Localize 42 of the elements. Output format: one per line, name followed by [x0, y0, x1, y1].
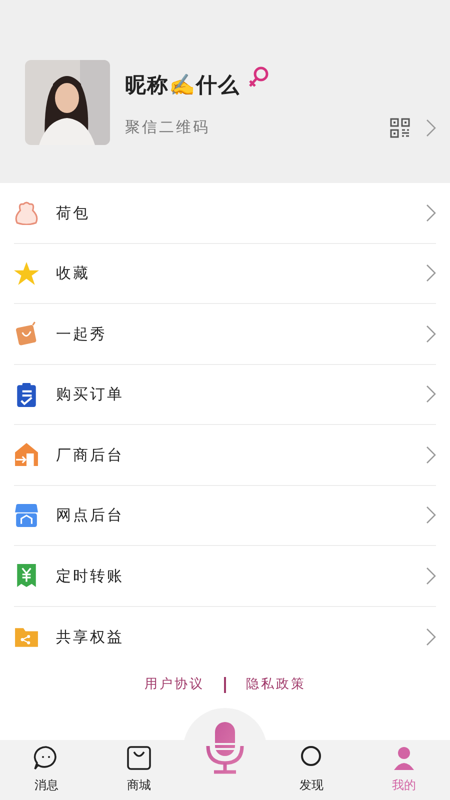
chevron-icon — [426, 118, 436, 136]
menu-item[interactable]: 共享权益 — [14, 606, 436, 667]
menu-item[interactable]: 网点后台 — [14, 486, 436, 546]
menu-label: 共享权益 — [56, 626, 125, 648]
star-icon — [14, 260, 39, 286]
chevron-icon — [426, 446, 436, 464]
chevron-icon — [426, 324, 436, 343]
chevron-icon — [426, 566, 436, 585]
yuan-icon — [14, 563, 39, 588]
chevron-icon — [426, 385, 436, 404]
menu-label: 网点后台 — [56, 505, 125, 526]
chevron-icon — [426, 506, 436, 524]
tab[interactable]: 商城 — [92, 744, 185, 794]
menu-item[interactable]: 定时转账 — [14, 546, 436, 606]
menu-item[interactable]: 收藏 — [14, 244, 436, 304]
menu-item[interactable]: 一起秀 — [14, 304, 436, 364]
menu-item[interactable]: 厂商后台 — [14, 425, 436, 486]
bag-icon — [14, 321, 39, 346]
footer-link[interactable]: 隐私政策 — [246, 675, 306, 694]
pouch-icon — [14, 200, 39, 226]
menu-label: 一起秀 — [56, 324, 108, 344]
menu-label: 定时转账 — [56, 566, 125, 586]
shopping-bag-icon — [124, 744, 153, 772]
qr-code-icon[interactable] — [390, 118, 410, 138]
clipboard-icon — [14, 382, 39, 407]
store-icon — [14, 502, 39, 528]
menu-label: 收藏 — [56, 263, 91, 284]
qr-code-label: 聚信二维码 — [125, 117, 211, 138]
nickname: 昵称✍什么 — [125, 70, 240, 98]
menu-item[interactable]: 荷包 — [14, 183, 436, 244]
tab[interactable]: 消息 — [0, 744, 92, 794]
chevron-icon — [426, 204, 436, 222]
menu-label: 厂商后台 — [56, 444, 125, 466]
footer-link[interactable]: 用户协议 — [144, 675, 204, 694]
tab[interactable]: 发现 — [265, 744, 358, 794]
chevron-icon — [426, 264, 436, 282]
menu-label: 购买订单 — [56, 384, 125, 405]
menu-item[interactable]: 购买订单 — [14, 364, 436, 425]
menu-label: 荷包 — [56, 202, 91, 224]
house-icon — [14, 442, 39, 468]
chevron-icon — [426, 628, 436, 646]
microphone-icon[interactable] — [205, 722, 245, 774]
